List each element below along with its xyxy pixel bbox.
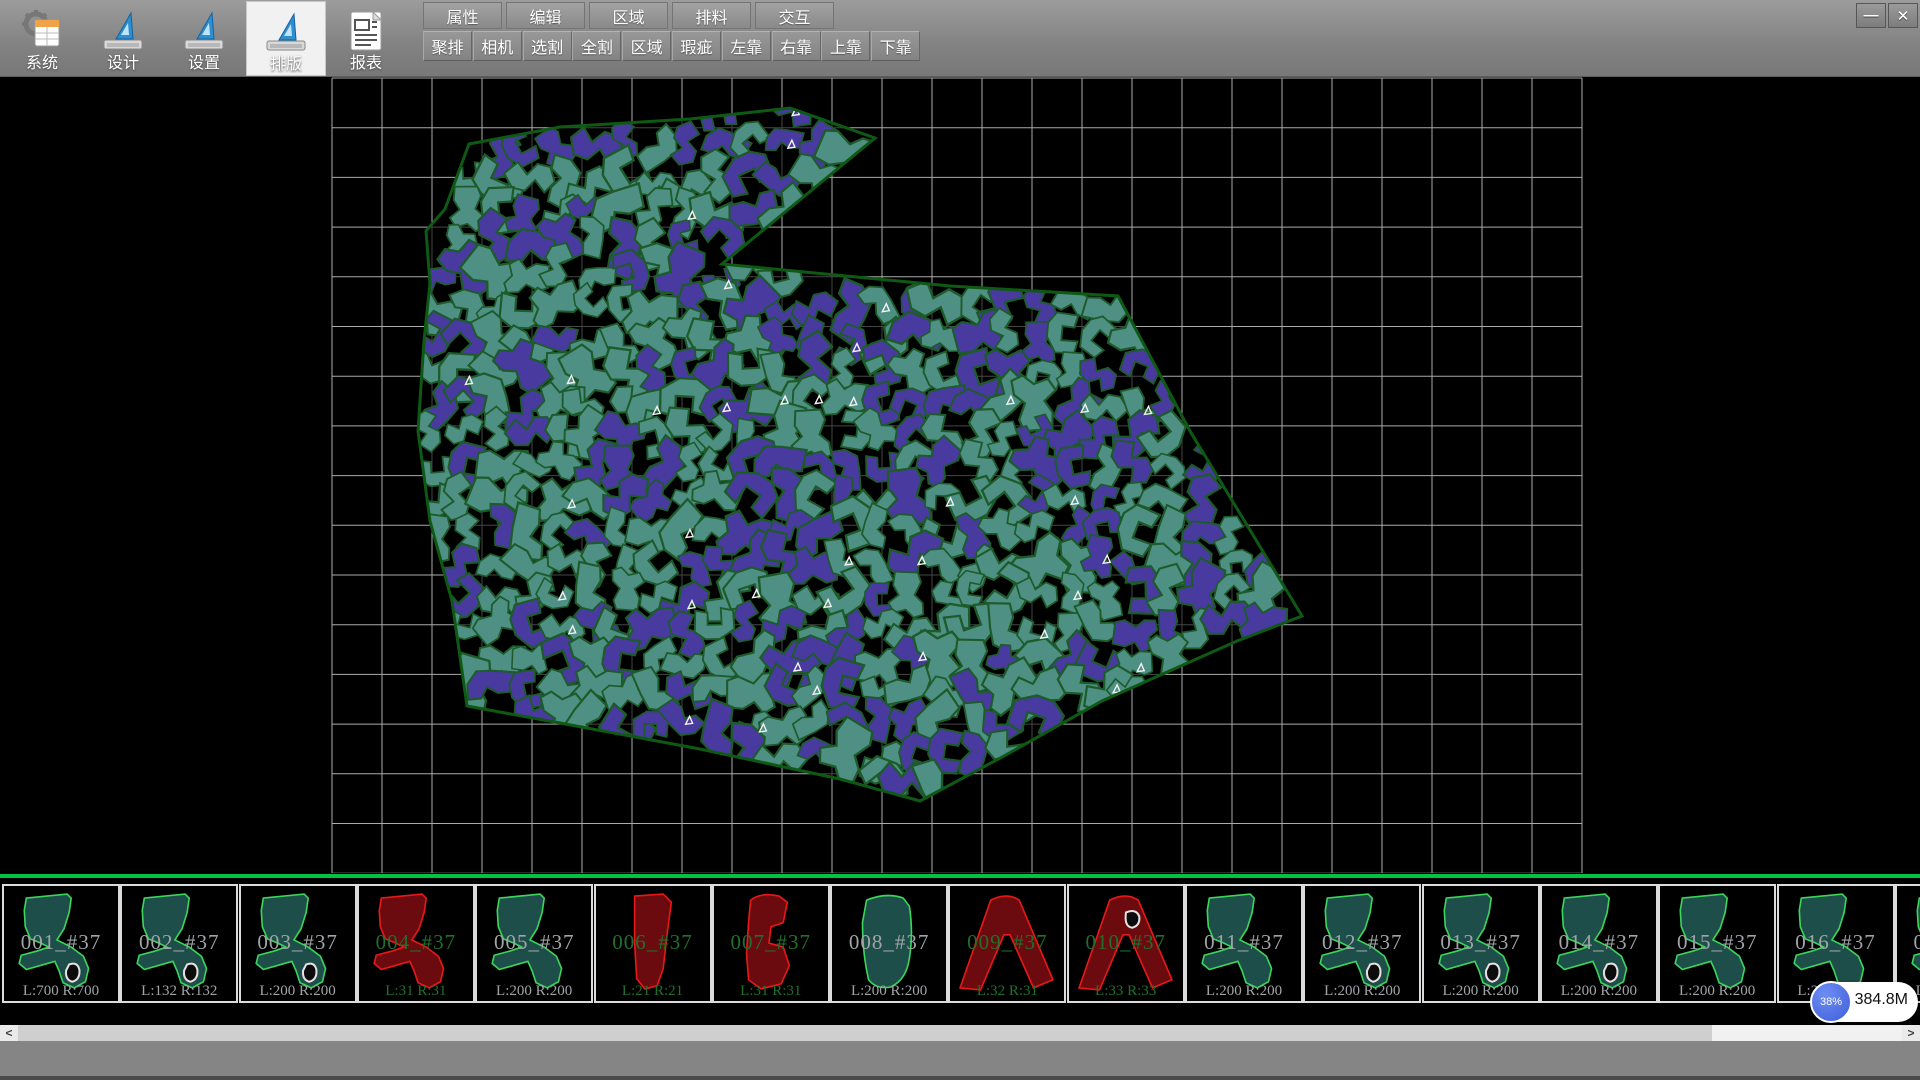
system-gear-icon [19, 8, 65, 54]
piece-thumbnail-006_#37[interactable]: 006_#37 L:21 R:21 [594, 884, 712, 1003]
piece-thumbnail-005_#37[interactable]: 005_#37 L:200 R:200 [475, 884, 593, 1003]
piece-id: 015_#37 [1660, 930, 1774, 955]
main-toolbar: 系统 设计 设置 排版 报表属性编辑区域排料交互聚排相机选割全割区域瑕疵左靠右靠… [0, 0, 1920, 77]
piece-lr-count: L:132 R:132 [122, 983, 236, 1000]
menu-交互[interactable]: 交互 [755, 2, 834, 29]
piece-id: 005_#37 [477, 930, 591, 955]
toolbar-button-label: 报表 [350, 54, 382, 74]
tool-下靠[interactable]: 下靠 [871, 31, 920, 61]
piece-id: 011_#37 [1187, 930, 1301, 955]
toolbar-button-系统[interactable]: 系统 [3, 1, 81, 74]
tool-相机[interactable]: 相机 [473, 31, 522, 61]
piece-id: 001_#37 [4, 930, 118, 955]
piece-thumbnail-001_#37[interactable]: 001_#37 L:700 R:700 [2, 884, 120, 1003]
tool-选割[interactable]: 选割 [523, 31, 572, 61]
toolbar-button-label: 设置 [188, 54, 220, 74]
app-window: 系统 设计 设置 排版 报表属性编辑区域排料交互聚排相机选割全割区域瑕疵左靠右靠… [0, 0, 1920, 1080]
tool-区域[interactable]: 区域 [622, 31, 671, 61]
design-ruler-icon [100, 8, 146, 54]
horizontal-scrollbar[interactable]: < > [0, 1025, 1920, 1041]
menu-排料[interactable]: 排料 [672, 2, 751, 29]
menu-区域[interactable]: 区域 [589, 2, 668, 29]
hide-nesting-view [0, 77, 1920, 873]
piece-id: 009_#37 [950, 930, 1064, 955]
piece-lr-count: L:200 R:200 [1187, 983, 1301, 1000]
piece-thumbnail-014_#37[interactable]: 014_#37 L:200 R:200 [1540, 884, 1658, 1003]
piece-lr-count: L:200 R:200 [832, 983, 946, 1000]
piece-thumbnail-012_#37[interactable]: 012_#37 L:200 R:200 [1303, 884, 1421, 1003]
status-bar [0, 1041, 1920, 1076]
piece-thumbnail-008_#37[interactable]: 008_#37 L:200 R:200 [830, 884, 948, 1003]
piece-thumbnail-011_#37[interactable]: 011_#37 L:200 R:200 [1185, 884, 1303, 1003]
piece-thumbnail-strip: 001_#37 L:700 R:700 002_#37 L:132 R:132 … [0, 873, 1920, 1025]
piece-lr-count: L:200 R:200 [1424, 983, 1538, 1000]
piece-thumbnail-010_#37[interactable]: 010_#37 L:33 R:33 [1067, 884, 1185, 1003]
piece-lr-count: L:200 R:200 [1305, 983, 1419, 1000]
toolbar-button-设计[interactable]: 设计 [84, 1, 162, 74]
minimize-button[interactable]: — [1856, 3, 1886, 28]
progress-value: 38% [1820, 996, 1842, 1008]
report-doc-icon [343, 8, 389, 54]
menu-编辑[interactable]: 编辑 [506, 2, 585, 29]
piece-lr-count: L:32 R:31 [950, 983, 1064, 1000]
nesting-canvas[interactable] [0, 77, 1920, 873]
toolbar-button-报表[interactable]: 报表 [327, 1, 405, 74]
piece-thumbnail-013_#37[interactable]: 013_#37 L:200 R:200 [1422, 884, 1540, 1003]
memory-value: 384.8M [1855, 991, 1908, 1009]
piece-lr-count: L:200 R:200 [1660, 983, 1774, 1000]
scrollbar-thumb[interactable] [18, 1025, 1712, 1041]
piece-id: 003_#37 [241, 930, 355, 955]
tool-聚排[interactable]: 聚排 [423, 31, 472, 61]
piece-id: 002_#37 [122, 930, 236, 955]
tool-上靠[interactable]: 上靠 [821, 31, 870, 61]
piece-lr-count: L:700 R:700 [4, 983, 118, 1000]
settings-ruler-icon [181, 8, 227, 54]
piece-lr-count: L:21 R:21 [596, 983, 710, 1000]
toolbar-button-label: 系统 [26, 54, 58, 74]
layout-ruler-icon [263, 9, 309, 55]
piece-lr-count: L:31 R:31 [714, 983, 828, 1000]
tool-瑕疵[interactable]: 瑕疵 [672, 31, 721, 61]
tool-全割[interactable]: 全割 [572, 31, 621, 61]
piece-id: 006_#37 [596, 930, 710, 955]
piece-id: 017_#37 [1897, 930, 1920, 955]
menu-属性[interactable]: 属性 [423, 2, 502, 29]
strip-divider-line [0, 874, 1920, 878]
piece-thumbnail-007_#37[interactable]: 007_#37 L:31 R:31 [712, 884, 830, 1003]
piece-id: 014_#37 [1542, 930, 1656, 955]
toolbar-button-label: 排版 [270, 55, 302, 75]
tool-右靠[interactable]: 右靠 [772, 31, 821, 61]
toolbar-button-设置[interactable]: 设置 [165, 1, 243, 74]
toolbar-button-排版[interactable]: 排版 [246, 1, 326, 76]
piece-id: 010_#37 [1069, 930, 1183, 955]
scroll-right-arrow[interactable]: > [1902, 1025, 1920, 1041]
toolbar-button-label: 设计 [107, 54, 139, 74]
piece-lr-count: L:200 R:200 [241, 983, 355, 1000]
piece-id: 008_#37 [832, 930, 946, 955]
piece-thumbnail-009_#37[interactable]: 009_#37 L:32 R:31 [948, 884, 1066, 1003]
scroll-left-arrow[interactable]: < [0, 1025, 18, 1041]
piece-id: 007_#37 [714, 930, 828, 955]
progress-circle: 38% [1810, 981, 1852, 1023]
piece-id: 013_#37 [1424, 930, 1538, 955]
window-bottom-edge [0, 1076, 1920, 1080]
piece-thumbnail-004_#37[interactable]: 004_#37 L:31 R:31 [357, 884, 475, 1003]
close-button[interactable]: ✕ [1888, 3, 1918, 28]
piece-thumbnail-002_#37[interactable]: 002_#37 L:132 R:132 [120, 884, 238, 1003]
piece-thumbnail-003_#37[interactable]: 003_#37 L:200 R:200 [239, 884, 357, 1003]
piece-thumbnail-015_#37[interactable]: 015_#37 L:200 R:200 [1658, 884, 1776, 1003]
piece-lr-count: L:200 R:200 [477, 983, 591, 1000]
piece-lr-count: L:31 R:31 [359, 983, 473, 1000]
piece-id: 016_#37 [1779, 930, 1893, 955]
piece-lr-count: L:33 R:33 [1069, 983, 1183, 1000]
piece-lr-count: L:200 R:200 [1542, 983, 1656, 1000]
piece-id: 004_#37 [359, 930, 473, 955]
piece-id: 012_#37 [1305, 930, 1419, 955]
tool-左靠[interactable]: 左靠 [722, 31, 771, 61]
